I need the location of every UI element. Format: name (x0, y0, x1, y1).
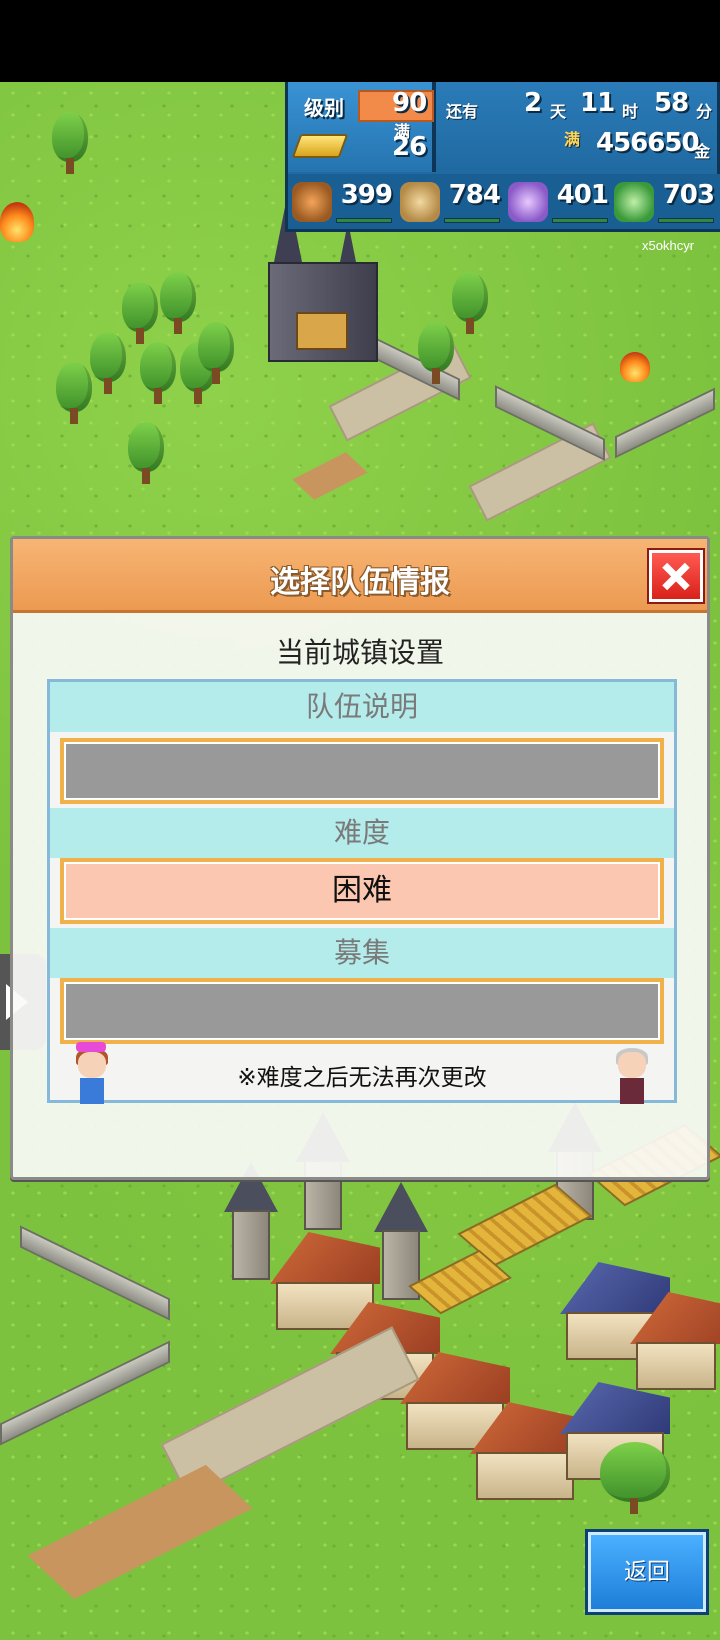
minutes-value: 58 (654, 88, 689, 118)
tree (198, 322, 234, 386)
stat-value: 784 (448, 180, 501, 210)
gold-prefix: 满 (564, 130, 581, 149)
food-icon (292, 182, 332, 222)
back-button[interactable]: 返回 (588, 1532, 706, 1612)
tree (56, 362, 92, 426)
bonfire (0, 202, 34, 242)
watch-tower (224, 1162, 278, 1282)
hours-value: 11 (580, 88, 615, 118)
stat-food: 399 (288, 174, 398, 229)
tree (600, 1442, 670, 1522)
settings-panel: 队伍说明 难度 困难 募集 ※难度之后无法再次更改 (47, 679, 677, 1106)
difficulty-header: 难度 (50, 808, 674, 858)
stat-value: 703 (662, 180, 715, 210)
level-label: 级别 (304, 96, 344, 120)
dialog-title: 选择队伍情报 (270, 565, 450, 600)
tree (128, 422, 164, 486)
team-description-header: 队伍说明 (50, 682, 674, 732)
tree (140, 342, 176, 406)
hours-unit: 时 (622, 102, 639, 121)
tree (160, 272, 196, 336)
tree (52, 112, 88, 176)
stat-music: 401 (504, 174, 614, 229)
dialog-header: 选择队伍情报 (13, 539, 707, 613)
tree (90, 332, 126, 396)
recruit-header: 募集 (50, 928, 674, 978)
team-info-dialog: 选择队伍情报 当前城镇设置 队伍说明 难度 困难 募集 ※难度之后无法再次更改 (10, 536, 710, 1180)
stat-materials: 784 (396, 174, 506, 229)
level-value: 90 (392, 88, 427, 118)
stat-knowledge: 703 (610, 174, 720, 229)
stat-value: 399 (340, 180, 393, 210)
gold-value: 456650 (596, 128, 700, 158)
resource-stats: 399 784 401 703 (288, 174, 720, 229)
difficulty-field[interactable]: 困难 (60, 858, 664, 924)
tree (122, 282, 158, 346)
tree (452, 272, 488, 336)
resource-hud: 级别 90 满 26 还有 2 天 11 时 58 分 满 456650 金 3… (285, 82, 720, 232)
gold-unit: 金 (694, 142, 711, 161)
difficulty-notice: ※难度之后无法再次更改 (237, 1065, 487, 1091)
days-value: 2 (524, 88, 542, 118)
music-note-icon (508, 182, 548, 222)
tree (418, 322, 454, 386)
shop-building (630, 1292, 720, 1392)
watermark: x5okhcyr (642, 238, 695, 253)
days-unit: 天 (550, 102, 567, 121)
dialog-subtitle: 当前城镇设置 (275, 636, 444, 669)
stat-value: 401 (556, 180, 609, 210)
advisor-elder-sprite (612, 1046, 652, 1106)
monster-camp-icon (620, 352, 650, 382)
minutes-unit: 分 (696, 102, 713, 121)
level-panel: 级别 90 满 26 (288, 82, 436, 172)
book-icon (614, 182, 654, 222)
full-value: 26 (392, 132, 427, 162)
status-bar (0, 0, 720, 82)
team-description-field[interactable] (60, 738, 664, 804)
gold-bar-icon (291, 134, 349, 158)
materials-bag-icon (400, 182, 440, 222)
close-button[interactable] (649, 550, 703, 602)
recruit-field[interactable] (60, 978, 664, 1044)
remaining-label: 还有 (446, 102, 479, 121)
